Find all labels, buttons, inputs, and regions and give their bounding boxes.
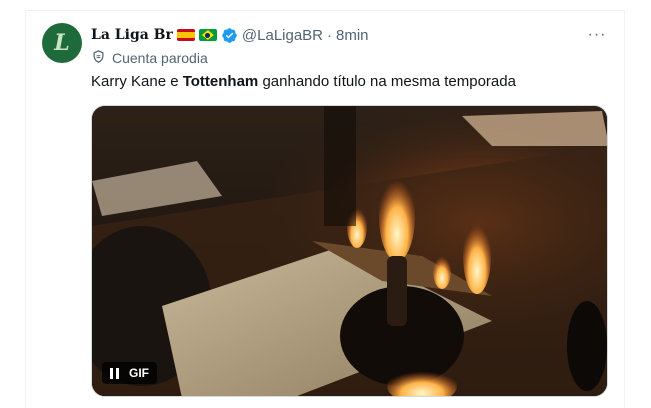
pause-icon[interactable] — [110, 367, 119, 379]
more-options-button[interactable]: ··· — [586, 25, 608, 45]
shield-icon — [91, 49, 106, 67]
parody-label: Cuenta parodia — [112, 50, 208, 66]
avatar-logo-letter: L — [54, 30, 70, 56]
spain-flag-icon — [176, 29, 195, 41]
tweet-text: Karry Kane e Tottenham ganhando título n… — [91, 73, 516, 90]
gif-label: GIF — [129, 366, 149, 380]
user-handle[interactable]: @LaLigaBR — [242, 27, 323, 44]
timestamp[interactable]: 8min — [336, 27, 369, 44]
separator-dot: · — [327, 26, 333, 44]
gif-frame-image — [92, 106, 607, 396]
tweet-text-end: ganhando título na mesma temporada — [258, 73, 516, 90]
tweet-text-start: Karry Kane e — [91, 73, 183, 90]
verified-badge-icon[interactable] — [221, 27, 238, 44]
tweet-header: La Liga Br @LaLigaBR · 8min — [91, 25, 369, 45]
gif-badge[interactable]: GIF — [102, 362, 157, 384]
parody-label-row: Cuenta parodia — [91, 49, 208, 67]
page: L La Liga Br @LaLigaBR · 8min ··· Cuenta… — [0, 0, 651, 408]
tweet-card[interactable]: L La Liga Br @LaLigaBR · 8min ··· Cuenta… — [25, 10, 625, 408]
tweet-text-bold: Tottenham — [182, 73, 259, 90]
brazil-flag-icon — [198, 29, 217, 41]
display-name[interactable]: La Liga Br — [91, 27, 173, 43]
gif-media[interactable]: GIF — [91, 105, 608, 397]
avatar[interactable]: L — [42, 23, 82, 63]
